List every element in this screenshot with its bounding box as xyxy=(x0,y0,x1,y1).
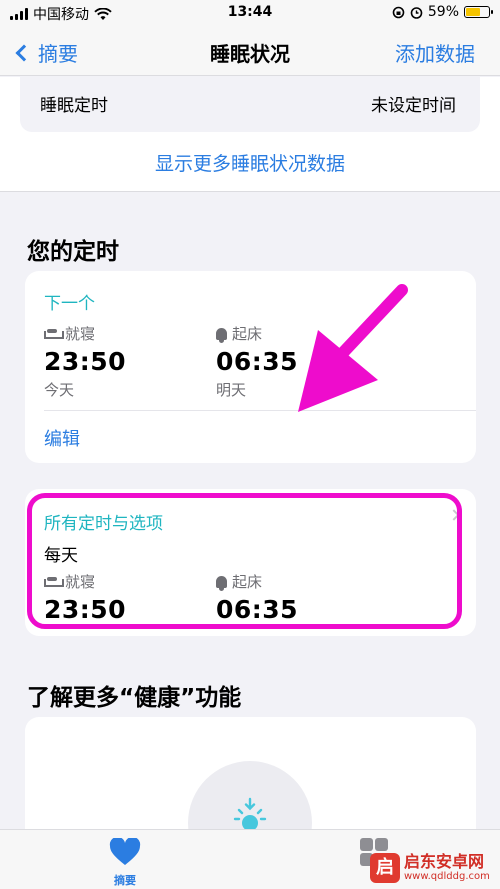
tab-summary-label: 摘要 xyxy=(114,874,136,887)
status-right: 59% xyxy=(392,4,493,20)
next-label: 下一个 xyxy=(44,294,95,314)
watermark-logo: 启 xyxy=(370,853,400,883)
highlight-annotation xyxy=(27,493,462,629)
navigation-bar: 摘要 睡眠状况 添加数据 xyxy=(0,26,500,76)
sleep-summary-area: 睡眠定时 未设定时间 显示更多睡眠状况数据 xyxy=(0,77,500,192)
bedtime-day: 今天 xyxy=(44,381,75,399)
show-more-sleep-data-link[interactable]: 显示更多睡眠状况数据 xyxy=(0,149,500,176)
sleep-duration-row[interactable]: 睡眠定时 未设定时间 xyxy=(20,77,480,132)
bedtime-value: 23:50 xyxy=(44,347,127,376)
bedtime-label: 就寝 xyxy=(65,325,96,343)
orientation-lock-icon xyxy=(392,6,405,18)
watermark-url: www.qdlddg.com xyxy=(404,871,490,882)
sleep-duration-value: 未设定时间 xyxy=(371,96,456,116)
watermark-name: 启东安卓网 xyxy=(404,852,485,871)
bell-icon xyxy=(216,327,227,343)
next-bedtime: 就寝 23:50 今天 xyxy=(44,323,126,400)
wake-day: 明天 xyxy=(216,381,247,399)
edit-button[interactable]: 编辑 xyxy=(44,425,80,451)
sun-icon xyxy=(233,797,267,831)
wake-value: 06:35 xyxy=(216,347,299,376)
learn-section-title: 了解更多“健康”功能 xyxy=(27,685,242,711)
add-data-button[interactable]: 添加数据 xyxy=(395,38,475,67)
wake-label: 起床 xyxy=(232,325,263,343)
learn-card[interactable] xyxy=(25,717,476,885)
bed-icon xyxy=(44,328,64,339)
schedule-section-title: 您的定时 xyxy=(27,239,119,265)
battery-percent: 59% xyxy=(427,4,459,20)
tab-summary[interactable]: 摘要 xyxy=(100,836,150,888)
heart-icon xyxy=(109,836,141,865)
status-bar: 中国移动 13:44 59% xyxy=(0,0,500,26)
sleep-duration-label: 睡眠定时 xyxy=(40,96,108,116)
arrow-annotation xyxy=(298,284,408,412)
next-wake: 起床 06:35 明天 xyxy=(216,323,298,400)
watermark: 启 启东安卓网 www.qdlddg.com xyxy=(370,853,490,883)
alarm-icon xyxy=(410,6,423,19)
battery-icon xyxy=(464,6,493,18)
